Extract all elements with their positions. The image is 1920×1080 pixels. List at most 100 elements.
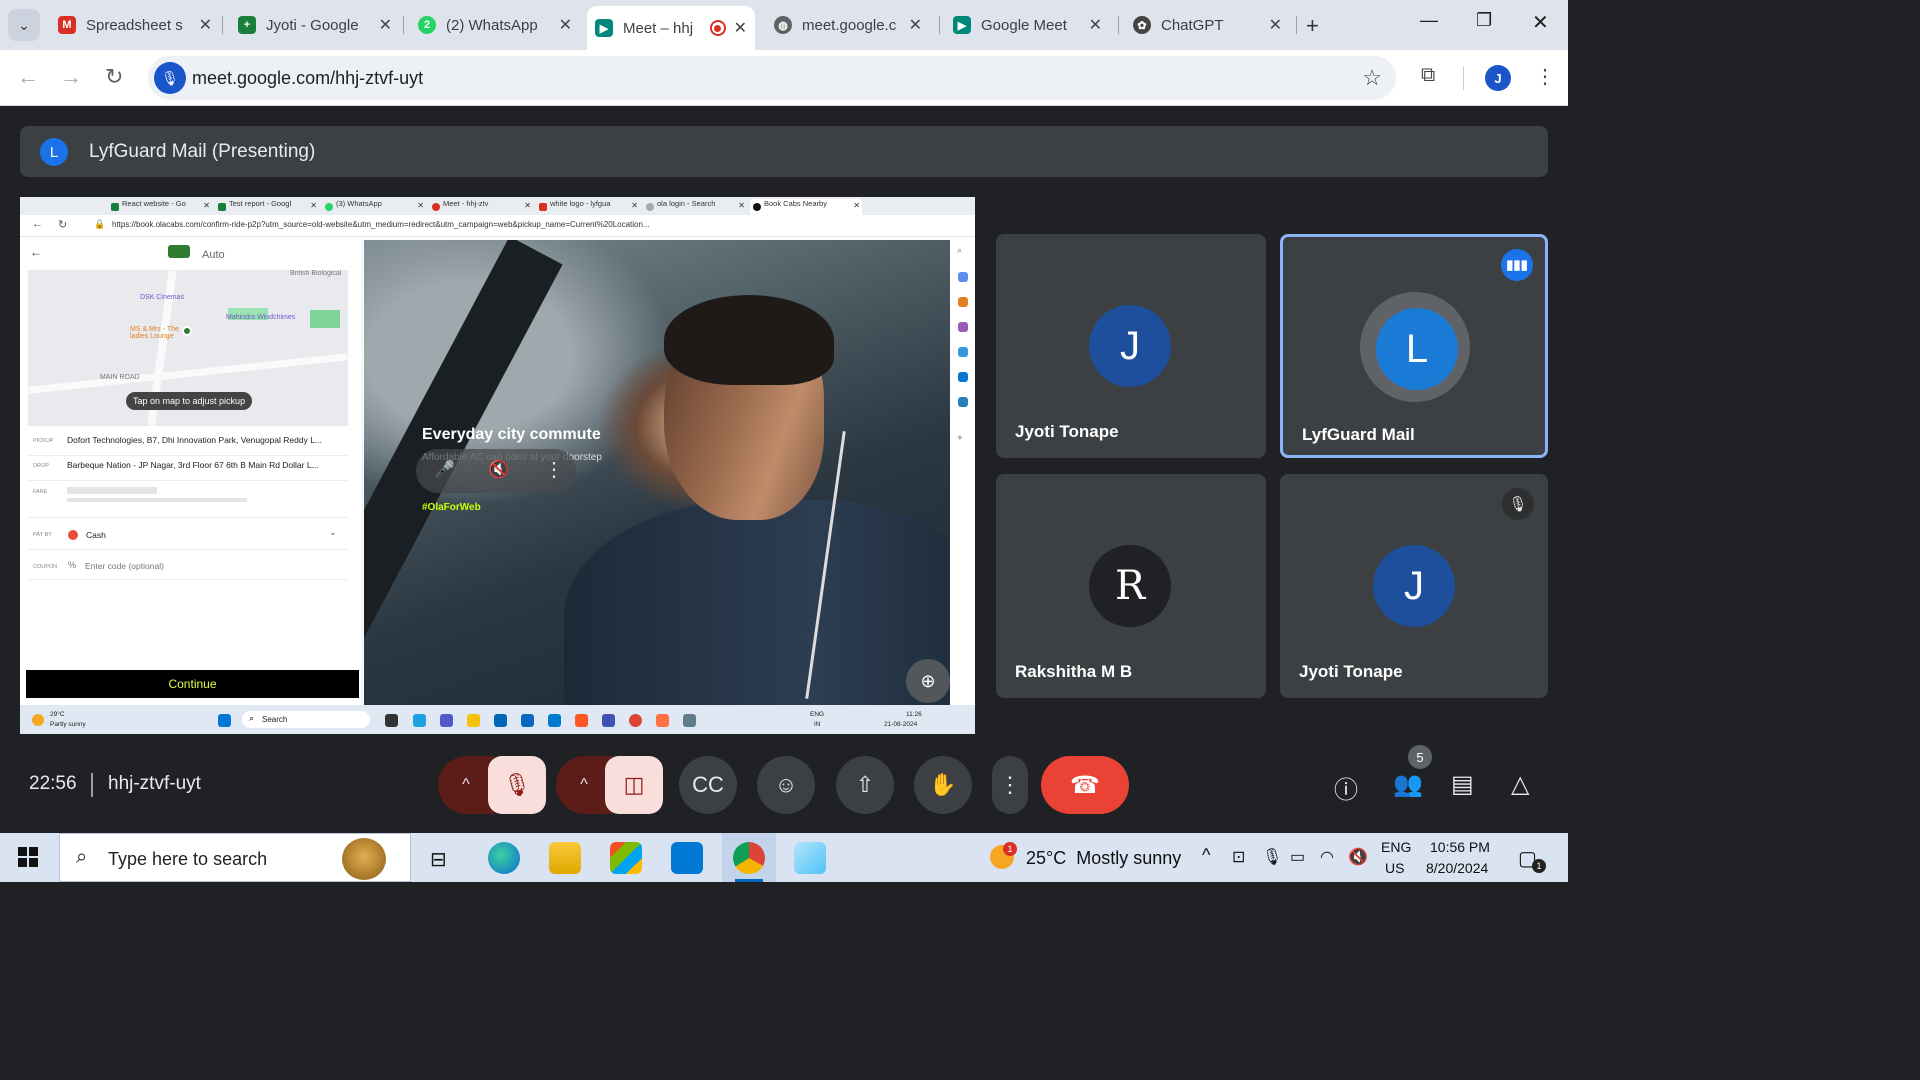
pickup-label: PICKUP (33, 438, 54, 444)
presenter-avatar: L (40, 138, 68, 166)
tab-jyoti-google[interactable]: + Jyoti - Google ✕ (230, 8, 400, 42)
browser-tab-bar: ⌄ M Spreadsheet s ✕ + Jyoti - Google ✕ 2… (0, 0, 1568, 50)
wifi-icon[interactable]: ◠ (1320, 847, 1334, 867)
microphone-icon[interactable]: 🎙 (1262, 847, 1282, 867)
mute-presentation-icon[interactable]: 🎤 (434, 460, 455, 480)
app-icon (602, 714, 615, 727)
minimize-button[interactable]: — (1420, 10, 1438, 31)
camera-off-button[interactable]: ◫ (605, 756, 663, 814)
close-icon: ✕ (310, 201, 317, 210)
speaker-off-icon[interactable]: 🔇 (488, 460, 509, 480)
close-icon[interactable]: ✕ (1269, 15, 1282, 35)
task-view-icon[interactable]: ⊟ (430, 847, 447, 872)
leave-call-button[interactable]: ☎ (1041, 756, 1129, 814)
close-icon[interactable]: ✕ (379, 15, 392, 35)
close-icon[interactable]: ✕ (1089, 15, 1102, 35)
tab-chatgpt[interactable]: ✿ ChatGPT ✕ (1125, 8, 1290, 42)
tag-icon (958, 272, 968, 282)
tab-meet-active[interactable]: ▶ Meet – hhj ✕ (587, 6, 755, 50)
divider (28, 517, 348, 518)
captions-button[interactable]: CC (679, 756, 737, 814)
profile-avatar[interactable]: J (1485, 65, 1511, 91)
participant-tile[interactable]: 🎙 J Jyoti Tonape (1280, 474, 1548, 698)
participant-tile[interactable]: J Jyoti Tonape (996, 234, 1266, 458)
tab-google-meet[interactable]: ▶ Google Meet ✕ (945, 8, 1110, 42)
tab-meet-google[interactable]: ◍ meet.google.c ✕ (766, 8, 930, 42)
mic-off-button[interactable]: 🎙 (488, 756, 546, 814)
participant-avatar: L (1376, 308, 1458, 390)
menu-icon[interactable]: ⋮ (1535, 64, 1555, 89)
search-highlight-icon (342, 838, 386, 880)
restore-button[interactable]: ❐ (1476, 10, 1492, 31)
new-tab-button[interactable]: + (1306, 13, 1319, 39)
mail-icon[interactable] (671, 842, 703, 874)
people-icon[interactable]: 👥 (1393, 770, 1423, 799)
app-icon (575, 714, 588, 727)
pickup-pin-icon (182, 326, 192, 336)
presentation-controls-overlay[interactable]: 🎤 🔇 ⋮ (416, 449, 576, 493)
bookmark-star-icon[interactable]: ☆ (1362, 65, 1382, 91)
tab-spreadsheet[interactable]: M Spreadsheet s ✕ (50, 8, 220, 42)
shared-search-box: ⌕ Search (242, 711, 370, 728)
task-view-icon (385, 714, 398, 727)
battery-icon[interactable]: ▭ (1290, 847, 1305, 867)
taskbar-time[interactable]: 10:56 PM (1430, 839, 1490, 855)
activities-icon[interactable]: △ (1511, 770, 1529, 799)
back-button[interactable]: ← (17, 64, 39, 90)
chevron-up-icon[interactable]: ^ (1202, 845, 1210, 866)
tab-search-dropdown[interactable]: ⌄ (8, 9, 40, 41)
chrome-icon[interactable] (733, 842, 765, 874)
start-button[interactable] (18, 847, 38, 867)
reload-button[interactable]: ↻ (105, 64, 123, 90)
chat-icon[interactable]: ▤ (1451, 770, 1474, 799)
more-options-button[interactable]: ⋮ (992, 756, 1028, 814)
taskbar-search-text[interactable]: Type here to search (108, 849, 267, 870)
payment-method: Cash (86, 530, 106, 540)
emoji-reactions-button[interactable]: ☺ (757, 756, 815, 814)
forward-button[interactable]: → (60, 64, 82, 90)
input-language[interactable]: ENG (1381, 839, 1411, 855)
microphone-icon[interactable]: 🎙 (154, 62, 186, 94)
close-icon[interactable]: ✕ (734, 18, 747, 38)
people-icon (958, 322, 968, 332)
zoom-icon[interactable]: ⊕ (906, 659, 950, 703)
more-options-icon[interactable]: ⋮ (544, 457, 564, 482)
chatgpt-icon: ✿ (1133, 16, 1151, 34)
start-icon-pane (18, 847, 27, 856)
edge-icon[interactable] (488, 842, 520, 874)
shared-tab-active: Book Cabs Nearby ✕ (750, 199, 862, 215)
meet-tray-icon[interactable]: ⊡ (1232, 847, 1245, 867)
participant-name: LyfGuard Mail (1302, 425, 1415, 444)
audio-settings-caret[interactable]: ^ (438, 756, 494, 814)
close-icon[interactable]: ✕ (559, 15, 572, 35)
shared-tab: Meet - hhj-ztv ✕ (429, 199, 533, 215)
drop-address: Barbeque Nation - JP Nagar, 3rd Floor 67… (67, 460, 319, 470)
extensions-icon[interactable]: ⧉ (1421, 64, 1435, 87)
start-icon-pane (29, 858, 38, 867)
file-explorer-icon[interactable] (549, 842, 581, 874)
meeting-details-icon[interactable]: ⓘ (1334, 770, 1358, 805)
pickup-address: Dofort Technologies, B7, Dhi Innovation … (67, 435, 323, 445)
map-label: DSK Cinemas (140, 294, 184, 301)
tab-whatsapp[interactable]: 2 (2) WhatsApp ✕ (410, 8, 580, 42)
video-settings-caret[interactable]: ^ (556, 756, 612, 814)
participant-tile-speaking[interactable]: L ▮▮▮ LyfGuard Mail (1280, 234, 1548, 458)
speaker-muted-icon[interactable]: 🔇 (1348, 847, 1368, 867)
shared-time: 11:26 (906, 711, 922, 718)
taskbar-weather[interactable]: 25°C Mostly sunny (1026, 848, 1181, 869)
taskbar-search[interactable]: ⌕ Type here to search (59, 833, 411, 882)
close-icon[interactable]: ✕ (909, 15, 922, 35)
present-screen-button[interactable]: ⇧ (836, 756, 894, 814)
notepad-icon[interactable] (794, 842, 826, 874)
tab-divider (1118, 16, 1119, 34)
sheets-icon (218, 203, 226, 211)
store-icon[interactable] (610, 842, 642, 874)
participant-tile[interactable]: R Rakshitha M B (996, 474, 1266, 698)
close-icon[interactable]: ✕ (199, 15, 212, 35)
close-window-button[interactable]: ✕ (1532, 10, 1549, 35)
url-text[interactable]: meet.google.com/hhj-ztvf-uyt (192, 68, 423, 89)
raise-hand-button[interactable]: ✋ (914, 756, 972, 814)
settings-icon (683, 714, 696, 727)
address-bar[interactable]: 🎙 meet.google.com/hhj-ztvf-uyt ☆ (148, 56, 1396, 100)
shared-search-text: Search (262, 715, 288, 724)
